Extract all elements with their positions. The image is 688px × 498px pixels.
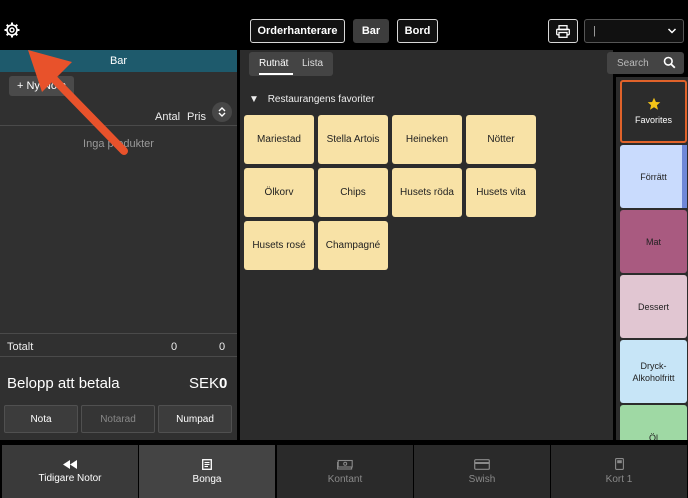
cash-label: Kontant (327, 473, 363, 485)
product-tile[interactable]: Chips (318, 168, 388, 217)
numpad-button[interactable]: Numpad (158, 405, 232, 433)
product-tile[interactable]: Ölkorv (244, 168, 314, 217)
category-label: Öl (649, 433, 658, 440)
category-label: Förrätt (640, 171, 667, 182)
payment-bar: Tidigare Notor Bonga Kontant Swish Kort … (0, 440, 688, 498)
product-tile[interactable]: Nötter (466, 115, 536, 164)
category-soft-drinks[interactable]: Dryck-Alkoholfritt (620, 340, 687, 403)
order-panel-header: Bar (0, 50, 237, 72)
amount-to-pay-value: 0 (219, 375, 228, 392)
card-icon (474, 458, 490, 470)
category-column: Favorites Förrätt Mat Dessert Dryck-Alko… (616, 77, 688, 440)
category-starters[interactable]: Förrätt (620, 145, 687, 208)
tab-list[interactable]: Lista (302, 52, 323, 76)
scroll-indicator (682, 145, 687, 208)
category-label: Dryck-Alkoholfritt (632, 360, 675, 383)
print-button[interactable] (548, 19, 578, 43)
category-label: Dessert (637, 301, 669, 312)
product-tile[interactable]: Husets rosé (244, 221, 314, 270)
active-tab-indicator (259, 73, 293, 75)
product-tile[interactable]: Stella Artois (318, 115, 388, 164)
column-header-quantity: Antal (155, 111, 181, 123)
search-placeholder: Search (617, 58, 649, 69)
total-label: Totalt (7, 341, 34, 353)
total-quantity: 0 (171, 341, 178, 353)
favorites-heading-label: Restaurangens favoriter (267, 94, 375, 105)
chevron-down-icon (667, 28, 677, 34)
column-header-price: Pris (187, 111, 206, 123)
category-dessert[interactable]: Dessert (620, 275, 687, 338)
product-tile[interactable]: Mariestad (244, 115, 314, 164)
rewind-icon (63, 459, 77, 469)
search-input[interactable]: Search (607, 52, 684, 74)
divider (0, 125, 237, 126)
product-tile[interactable]: Heineken (392, 115, 462, 164)
top-bar: Orderhanterare Bar Bord | (0, 0, 688, 50)
cash-button[interactable]: Kontant (277, 445, 413, 498)
order-handler-button[interactable]: Orderhanterare (250, 19, 345, 43)
total-price: 0 (219, 341, 226, 353)
previous-notes-button[interactable]: Tidigare Notor (2, 445, 138, 498)
noted-button[interactable]: Notarad (81, 405, 155, 433)
product-tile[interactable]: Husets röda (392, 168, 462, 217)
order-panel: Bar + Ny Nota Antal Pris Inga produkter … (0, 50, 237, 440)
cash-icon (337, 459, 353, 470)
receipt-icon (202, 458, 212, 470)
category-food[interactable]: Mat (620, 210, 687, 273)
product-tile[interactable]: Champagné (318, 221, 388, 270)
empty-order-message: Inga produkter (83, 138, 154, 150)
note-button[interactable]: Nota (4, 405, 78, 433)
bar-button[interactable]: Bar (353, 19, 389, 43)
register-select[interactable]: | (584, 19, 684, 43)
category-label: Mat (645, 236, 661, 247)
printer-icon (556, 24, 570, 38)
divider (0, 333, 237, 334)
table-button[interactable]: Bord (397, 19, 438, 43)
previous-notes-label: Tidigare Notor (38, 472, 102, 484)
category-label: Favorites (634, 115, 672, 125)
swish-label: Swish (468, 473, 496, 485)
star-icon (647, 97, 660, 110)
favorites-section-heading[interactable]: ▼ Restaurangens favoriter (249, 94, 374, 105)
search-icon (663, 56, 676, 69)
caret-down-icon: ▼ (249, 94, 259, 105)
category-favorites[interactable]: Favorites (620, 80, 687, 143)
product-tile[interactable]: Husets vita (466, 168, 536, 217)
category-beer[interactable]: Öl (620, 405, 687, 440)
new-note-button[interactable]: + Ny Nota (9, 76, 74, 96)
amount-to-pay-label: Belopp att betala (7, 375, 120, 392)
gear-icon[interactable] (4, 22, 20, 38)
card-payment-button[interactable]: Kort 1 (551, 445, 687, 498)
card-terminal-icon (614, 458, 624, 470)
register-select-value: | (593, 25, 596, 37)
bonga-button[interactable]: Bonga (139, 445, 275, 498)
divider (0, 356, 237, 357)
sort-button[interactable] (212, 102, 232, 122)
view-tabs: Rutnät Lista (249, 52, 333, 76)
card-payment-label: Kort 1 (605, 474, 633, 485)
swish-button[interactable]: Swish (414, 445, 550, 498)
bonga-label: Bonga (192, 473, 222, 485)
currency-label: SEK (189, 375, 220, 392)
product-panel: Rutnät Lista ▼ Restaurangens favoriter M… (240, 50, 613, 440)
sort-chevrons-icon (218, 107, 226, 117)
